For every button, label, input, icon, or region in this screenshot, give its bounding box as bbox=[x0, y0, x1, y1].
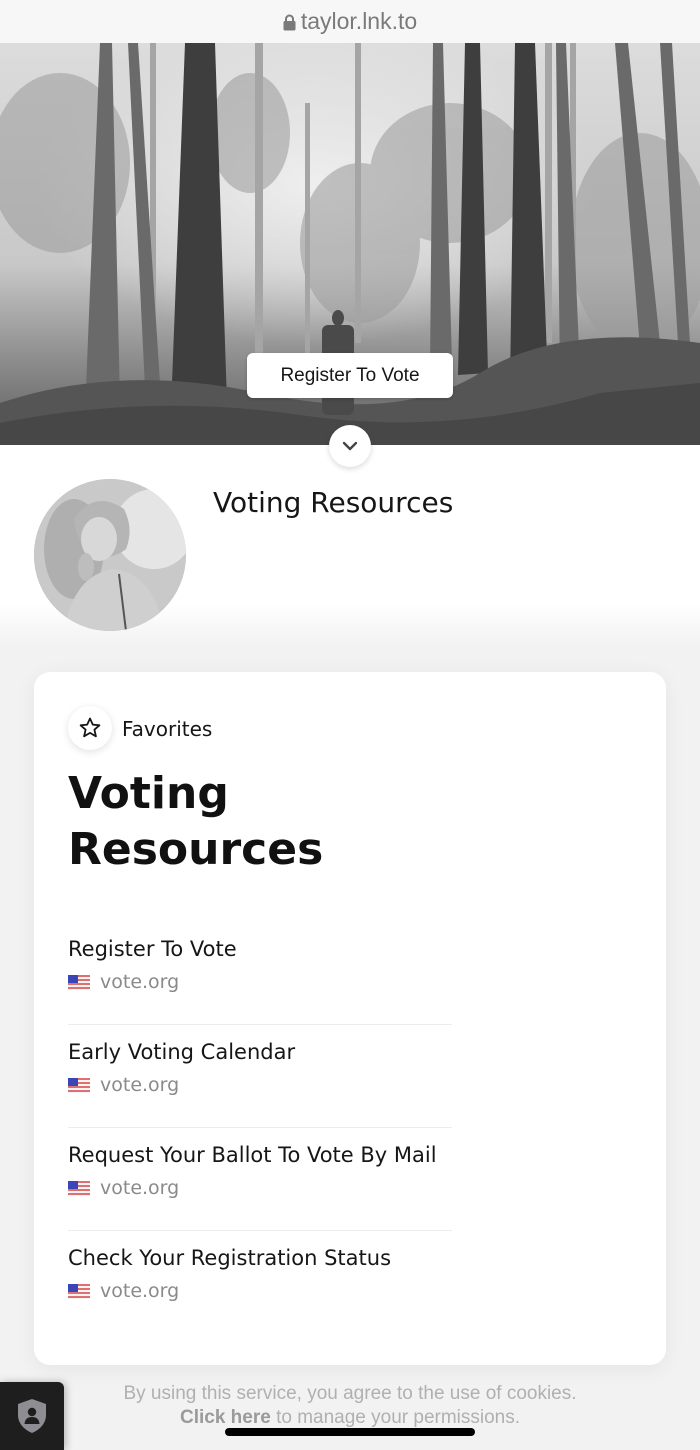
link-item[interactable]: Early Voting Calendar vote.org bbox=[68, 1025, 452, 1128]
link-list: Register To Vote vote.org Early Voting Cal… bbox=[68, 922, 452, 1334]
link-domain: vote.org bbox=[100, 1074, 180, 1096]
cookie-notice: By using this service, you agree to the … bbox=[100, 1382, 600, 1430]
link-meta: vote.org bbox=[68, 1177, 452, 1199]
link-title: Early Voting Calendar bbox=[68, 1040, 296, 1064]
links-card: Favorites Voting Resources Register To V… bbox=[34, 672, 666, 1365]
url-bar[interactable]: taylor.lnk.to bbox=[0, 0, 700, 43]
manage-permissions-link[interactable]: Click here bbox=[180, 1407, 271, 1428]
link-domain: vote.org bbox=[100, 971, 180, 993]
link-title: Register To Vote bbox=[68, 937, 237, 961]
link-meta: vote.org bbox=[68, 971, 452, 993]
scroll-down-button[interactable] bbox=[329, 425, 371, 467]
link-item[interactable]: Register To Vote vote.org bbox=[68, 922, 452, 1025]
us-flag-icon bbox=[68, 974, 90, 990]
card-title: Voting Resources bbox=[68, 768, 324, 875]
us-flag-icon bbox=[68, 1180, 90, 1196]
hero-banner: Register To Vote bbox=[0, 43, 700, 445]
star-icon bbox=[79, 717, 101, 738]
link-item[interactable]: Check Your Registration Status vote.org bbox=[68, 1231, 452, 1334]
us-flag-icon bbox=[68, 1283, 90, 1299]
link-item[interactable]: Request Your Ballot To Vote By Mail vote.… bbox=[68, 1128, 452, 1231]
us-flag-icon bbox=[68, 1077, 90, 1093]
link-meta: vote.org bbox=[68, 1280, 452, 1302]
home-indicator bbox=[225, 1428, 475, 1436]
register-to-vote-button[interactable]: Register To Vote bbox=[247, 353, 453, 398]
avatar bbox=[34, 479, 186, 631]
link-domain: vote.org bbox=[100, 1177, 180, 1199]
chevron-down-icon bbox=[342, 441, 358, 451]
privacy-shield-icon bbox=[18, 1399, 46, 1433]
link-meta: vote.org bbox=[68, 1074, 452, 1096]
link-domain: vote.org bbox=[100, 1280, 180, 1302]
lock-icon bbox=[283, 14, 296, 31]
url-text: taylor.lnk.to bbox=[300, 8, 418, 34]
cookie-notice-line1: By using this service, you agree to the … bbox=[123, 1383, 577, 1404]
link-title: Request Your Ballot To Vote By Mail bbox=[68, 1143, 437, 1167]
profile-title: Voting Resources bbox=[213, 486, 454, 519]
avatar-portrait-image bbox=[34, 479, 186, 631]
cookie-notice-line2: to manage your permissions. bbox=[270, 1407, 521, 1428]
favorites-label: Favorites bbox=[122, 717, 213, 741]
favorites-button[interactable] bbox=[68, 706, 112, 750]
link-title: Check Your Registration Status bbox=[68, 1246, 392, 1270]
privacy-settings-button[interactable] bbox=[0, 1382, 64, 1450]
